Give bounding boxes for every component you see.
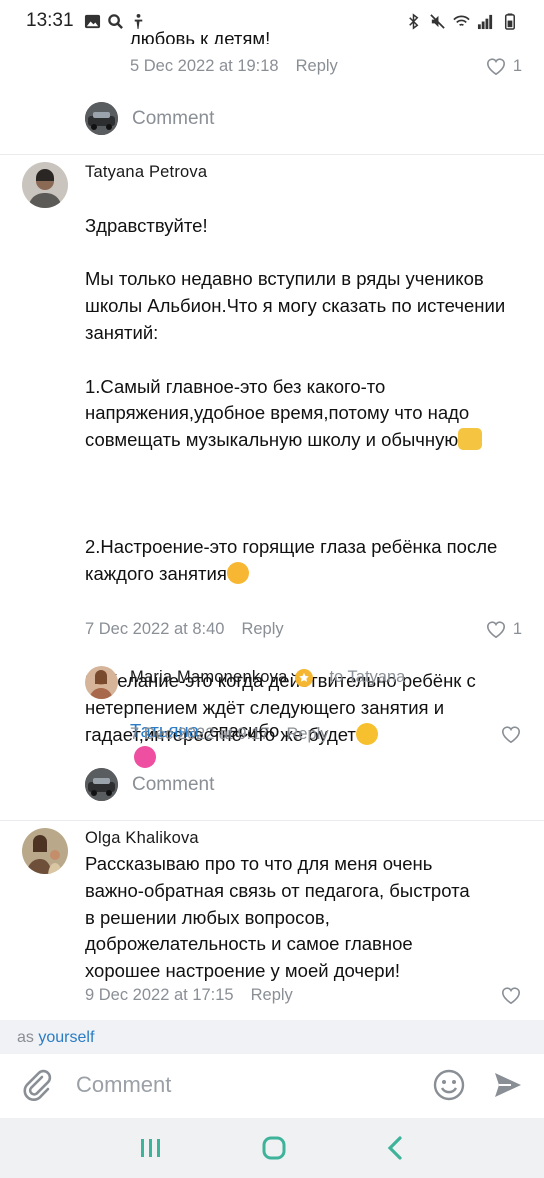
like-button[interactable]: 1	[485, 619, 522, 639]
heart-icon	[486, 621, 505, 639]
reply-thread-row[interactable]: Comment	[85, 768, 214, 801]
reply-thread-row[interactable]: Comment	[85, 102, 214, 135]
comment-text: Рассказываю про то что для меня очень ва…	[85, 853, 470, 982]
like-button[interactable]	[500, 724, 522, 744]
post-as-prefix: as	[17, 1029, 34, 1046]
avatar[interactable]	[85, 666, 118, 699]
system-nav-bar	[0, 1118, 544, 1178]
comment-text-part-1: Здравствуйте! Мы только недавно вступили…	[85, 214, 506, 451]
image-icon	[84, 14, 100, 28]
comment-reply-prompt[interactable]: Comment	[132, 774, 214, 796]
divider	[0, 820, 544, 821]
comment-date: 5 Dec 2022 at 19:18	[130, 56, 279, 75]
heart-icon	[502, 987, 520, 1005]
comment-text: Здравствуйте! Мы только недавно вступили…	[85, 186, 530, 749]
hearts-emoji-icon	[134, 745, 156, 768]
back-icon[interactable]	[384, 1135, 406, 1161]
recent-apps-icon[interactable]	[138, 1136, 164, 1160]
like-button[interactable]	[500, 985, 522, 1005]
heart-icon	[502, 726, 520, 744]
comment-meta: 7 Dec 2022 at 8:40 Reply 1	[85, 619, 522, 639]
comment-meta: 5 Dec 2022 at 19:18 Reply 1	[130, 56, 522, 76]
reply-to-label[interactable]: to Tatyana	[329, 668, 405, 687]
like-count: 1	[512, 56, 522, 75]
signal-icon	[477, 14, 493, 29]
avatar	[85, 102, 118, 135]
thumbs-up-icon	[458, 428, 483, 451]
comment-date: 9 Dec 2022 at 17:15	[85, 985, 234, 1004]
post-as-identity[interactable]: yourself	[38, 1029, 94, 1046]
emoji-icon[interactable]	[432, 1068, 466, 1102]
partial-comment-text: любовь к детям!	[130, 30, 271, 44]
divider	[0, 154, 544, 155]
avatar[interactable]	[22, 162, 68, 208]
search-icon	[107, 13, 123, 29]
reply-button[interactable]: Reply	[241, 620, 283, 639]
comment-input[interactable]: Comment	[76, 1072, 171, 1098]
bluetooth-icon	[409, 12, 419, 30]
comment-author[interactable]: Tatyana Petrova	[85, 163, 207, 182]
reply-button[interactable]: Reply	[286, 725, 328, 744]
post-as-selector[interactable]: as yourself	[0, 1020, 544, 1054]
accessibility-icon	[134, 13, 142, 29]
like-count: 1	[512, 619, 522, 638]
battery-icon	[504, 12, 515, 30]
comment-date: 7 Dec 2022 at 9:17	[130, 724, 270, 743]
verified-badge-icon	[295, 668, 314, 687]
reply-header: Maria Mamonenkova to Tatyana	[130, 668, 405, 687]
like-button[interactable]: 1	[485, 56, 522, 76]
wink-emoji-icon	[226, 562, 249, 585]
comment-author[interactable]: Olga Khalikova	[85, 829, 199, 848]
comment-author[interactable]: Maria Mamonenkova	[130, 668, 287, 687]
mute-icon	[430, 13, 445, 29]
reply-button[interactable]: Reply	[251, 986, 293, 1005]
comment-composer: Comment	[0, 1054, 544, 1116]
heart-icon	[486, 58, 505, 76]
reply-button[interactable]: Reply	[296, 57, 338, 76]
avatar	[85, 768, 118, 801]
send-icon[interactable]	[492, 1069, 524, 1101]
comment-meta: 7 Dec 2022 at 9:17 Reply	[130, 724, 522, 744]
home-icon[interactable]	[261, 1135, 287, 1161]
wifi-icon	[453, 15, 470, 26]
attach-icon[interactable]	[20, 1068, 54, 1102]
comment-text-part-2: 2.Настроение-это горящие глаза ребёнка п…	[85, 536, 498, 585]
avatar[interactable]	[22, 828, 68, 874]
comments-feed[interactable]: любовь к детям! 5 Dec 2022 at 19:18 Repl…	[0, 28, 544, 1018]
comment-date: 7 Dec 2022 at 8:40	[85, 619, 225, 638]
comment-reply-prompt[interactable]: Comment	[132, 108, 214, 130]
comment-meta: 9 Dec 2022 at 17:15 Reply	[85, 985, 522, 1005]
